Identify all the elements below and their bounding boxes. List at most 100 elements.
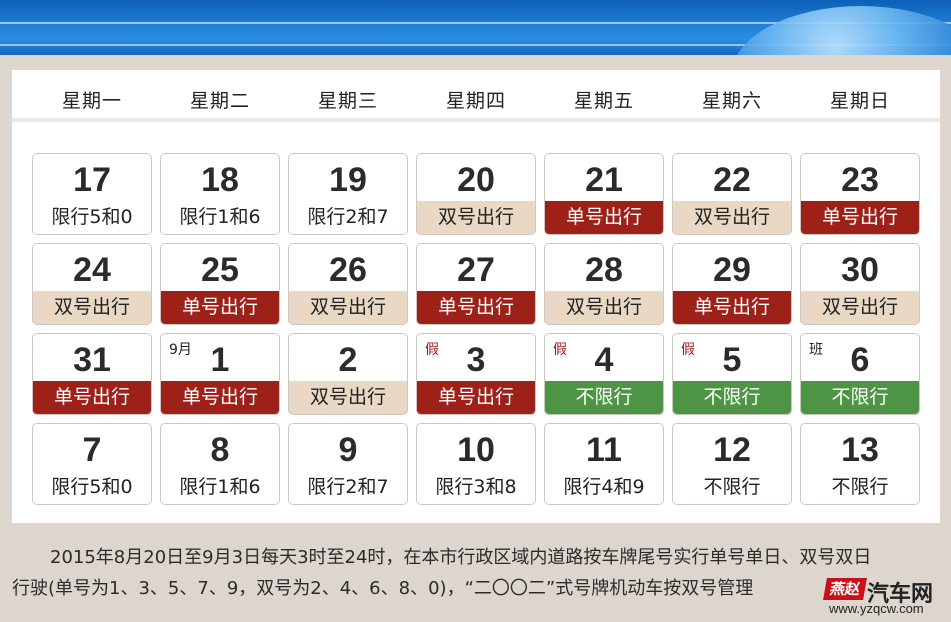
traffic-rule-label: 单号出行	[801, 201, 919, 234]
calendar-day-cell: 26 双号出行	[288, 243, 408, 325]
day-number: 10	[457, 431, 495, 469]
calendar-day-cell: 24 双号出行	[32, 243, 152, 325]
calendar-day-cell: 29 单号出行	[672, 243, 792, 325]
site-watermark: 燕赵 汽车网 www.yzqcw.com	[823, 578, 943, 618]
day-number: 23	[841, 161, 879, 199]
watermark-logo-mark: 燕赵	[823, 578, 867, 600]
calendar-day-cell: 27 单号出行	[416, 243, 536, 325]
traffic-rule-label: 双号出行	[801, 291, 919, 324]
day-number: 22	[713, 161, 751, 199]
day-number: 30	[841, 251, 879, 289]
traffic-rule-label: 限行5和0	[33, 471, 151, 504]
weekday-label: 星期日	[829, 90, 890, 112]
day-number: 24	[73, 251, 111, 289]
day-number: 28	[585, 251, 623, 289]
traffic-rule-label: 限行5和0	[33, 201, 151, 234]
traffic-rule-label: 限行3和8	[417, 471, 535, 504]
weekday-label: 星期三	[317, 90, 378, 112]
day-number: 20	[457, 161, 495, 199]
calendar-day-cell: 9月 1 单号出行	[160, 333, 280, 415]
calendar-day-cell: 班 6 不限行	[800, 333, 920, 415]
calendar-day-cell: 9 限行2和7	[288, 423, 408, 505]
traffic-rule-label: 限行1和6	[161, 201, 279, 234]
traffic-rule-label: 双号出行	[33, 291, 151, 324]
traffic-rule-label: 单号出行	[545, 201, 663, 234]
traffic-rule-label: 不限行	[801, 471, 919, 504]
note-line-1: 2015年8月20日至9月3日每天3时至24时，在本市行政区域内道路按车牌尾号实…	[50, 547, 872, 568]
weekday-label: 星期五	[573, 90, 634, 112]
calendar-day-cell: 18 限行1和6	[160, 153, 280, 235]
day-number: 12	[713, 431, 751, 469]
calendar-day-cell: 19 限行2和7	[288, 153, 408, 235]
weekday-label: 星期一	[61, 90, 122, 112]
day-number: 3	[466, 341, 486, 379]
calendar-day-cell: 10 限行3和8	[416, 423, 536, 505]
calendar-day-cell: 假 4 不限行	[544, 333, 664, 415]
traffic-rule-label: 不限行	[673, 381, 791, 414]
traffic-rule-label: 单号出行	[673, 291, 791, 324]
traffic-rule-label: 不限行	[673, 471, 791, 504]
calendar-day-cell: 13 不限行	[800, 423, 920, 505]
watermark-url: www.yzqcw.com	[829, 601, 924, 616]
calendar-day-cell: 假 5 不限行	[672, 333, 792, 415]
weekday-label: 星期二	[189, 90, 250, 112]
traffic-rule-label: 单号出行	[161, 291, 279, 324]
calendar-day-cell: 8 限行1和6	[160, 423, 280, 505]
day-number: 19	[329, 161, 367, 199]
calendar-day-cell: 30 双号出行	[800, 243, 920, 325]
day-number: 17	[73, 161, 111, 199]
globe-graphic	[731, 6, 951, 55]
calendar-day-cell: 22 双号出行	[672, 153, 792, 235]
day-number: 21	[585, 161, 623, 199]
calendar-day-cell: 假 3 单号出行	[416, 333, 536, 415]
calendar-day-cell: 23 单号出行	[800, 153, 920, 235]
day-number: 4	[594, 341, 614, 379]
calendar-day-cell: 25 单号出行	[160, 243, 280, 325]
traffic-rule-label: 双号出行	[289, 381, 407, 414]
weekday-header: 星期一 星期二 星期三 星期四 星期五 星期六 星期日	[12, 70, 940, 122]
day-number: 9	[338, 431, 358, 469]
day-number: 18	[201, 161, 239, 199]
day-number: 29	[713, 251, 751, 289]
calendar-day-cell: 21 单号出行	[544, 153, 664, 235]
calendar-day-cell: 20 双号出行	[416, 153, 536, 235]
calendar-day-cell: 17 限行5和0	[32, 153, 152, 235]
day-number: 1	[210, 341, 230, 379]
weekday-label: 星期四	[445, 90, 506, 112]
traffic-rule-label: 不限行	[801, 381, 919, 414]
restriction-note: 2015年8月20日至9月3日每天3时至24时，在本市行政区域内道路按车牌尾号实…	[12, 542, 940, 604]
traffic-rule-label: 限行2和7	[289, 471, 407, 504]
day-number: 7	[82, 431, 102, 469]
calendar-day-cell: 28 双号出行	[544, 243, 664, 325]
calendar-panel: 星期一 星期二 星期三 星期四 星期五 星期六 星期日 17 限行5和0 18 限行1…	[12, 70, 940, 523]
day-number: 2	[338, 341, 358, 379]
calendar-day-cell: 7 限行5和0	[32, 423, 152, 505]
traffic-rule-label: 限行2和7	[289, 201, 407, 234]
day-number: 26	[329, 251, 367, 289]
traffic-rule-label: 单号出行	[161, 381, 279, 414]
header-banner	[0, 0, 951, 55]
traffic-rule-label: 限行4和9	[545, 471, 663, 504]
traffic-rule-label: 不限行	[545, 381, 663, 414]
traffic-rule-label: 双号出行	[289, 291, 407, 324]
calendar-day-cell: 31 单号出行	[32, 333, 152, 415]
day-number: 8	[210, 431, 230, 469]
traffic-rule-label: 双号出行	[545, 291, 663, 324]
traffic-rule-label: 双号出行	[673, 201, 791, 234]
note-line-2: 行驶(单号为1、3、5、7、9，双号为2、4、6、8、0)，“二〇〇二”式号牌机…	[12, 578, 754, 599]
day-number: 13	[841, 431, 879, 469]
day-number: 6	[850, 341, 870, 379]
day-number: 27	[457, 251, 495, 289]
traffic-rule-label: 单号出行	[33, 381, 151, 414]
day-number: 11	[586, 431, 622, 469]
traffic-rule-label: 限行1和6	[161, 471, 279, 504]
calendar-day-cell: 2 双号出行	[288, 333, 408, 415]
day-number: 31	[73, 341, 111, 379]
weekday-label: 星期六	[701, 90, 762, 112]
calendar-day-cell: 12 不限行	[672, 423, 792, 505]
traffic-rule-label: 单号出行	[417, 291, 535, 324]
calendar-day-cell: 11 限行4和9	[544, 423, 664, 505]
day-number: 25	[201, 251, 239, 289]
day-number: 5	[722, 341, 742, 379]
traffic-rule-label: 双号出行	[417, 201, 535, 234]
